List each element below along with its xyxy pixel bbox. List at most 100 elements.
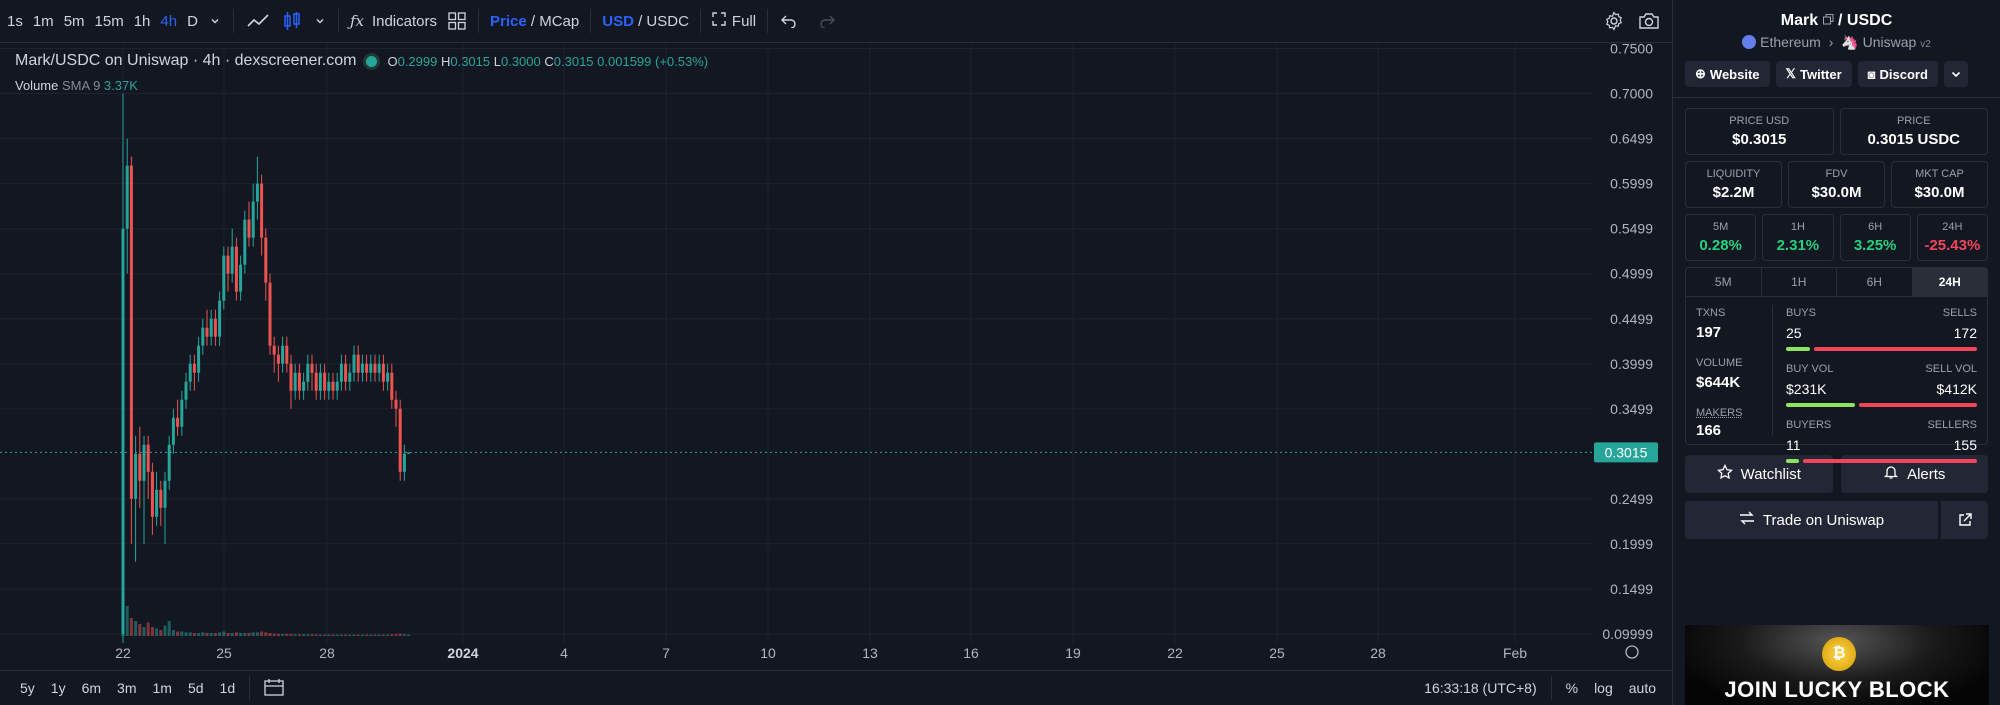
candle-body xyxy=(255,183,259,202)
x-tick-label: 22 xyxy=(1167,645,1183,661)
log-scale-toggle[interactable]: log xyxy=(1586,680,1621,696)
volume-bar xyxy=(289,633,293,636)
candle-body xyxy=(348,372,352,382)
range-1y[interactable]: 1y xyxy=(43,680,74,696)
candles-icon[interactable] xyxy=(276,0,308,43)
toolbar-divider xyxy=(232,9,234,33)
interval-1h[interactable]: 1h xyxy=(129,0,156,43)
buyvol-label: BUY VOL xyxy=(1786,363,1834,376)
candle-body xyxy=(381,363,385,382)
discord-button[interactable]: ◙ Discord xyxy=(1857,61,1938,88)
discord-icon: ◙ xyxy=(1867,66,1876,82)
toolbar-divider xyxy=(590,9,592,33)
volume-bar xyxy=(129,618,133,636)
range-3m[interactable]: 3m xyxy=(109,680,144,696)
interval-4h[interactable]: 4h xyxy=(155,0,182,43)
pair-base: Mark xyxy=(1780,12,1819,30)
change-1h-box[interactable]: 1H 2.31% xyxy=(1762,214,1834,262)
candle-body xyxy=(142,444,146,481)
liquidity-value: $2.2M xyxy=(1712,184,1755,202)
date-range-calendar-icon[interactable] xyxy=(256,678,292,699)
candle-body xyxy=(201,327,205,346)
range-6m[interactable]: 6m xyxy=(74,680,109,696)
dex-name[interactable]: Uniswap xyxy=(1863,34,1917,50)
range-1d[interactable]: 1d xyxy=(212,680,244,696)
candle-body xyxy=(386,372,390,382)
twitter-button[interactable]: 𝕏 Twitter xyxy=(1775,61,1852,88)
interval-dropdown-chevron-icon[interactable] xyxy=(203,0,227,43)
percent-scale-toggle[interactable]: % xyxy=(1558,680,1586,696)
range-1m[interactable]: 1m xyxy=(145,680,180,696)
advertisement-banner[interactable]: ₿ JOIN LUCKY BLOCK xyxy=(1685,625,1989,705)
redo-icon[interactable] xyxy=(812,0,842,43)
tab-5m[interactable]: 5M xyxy=(1686,268,1762,297)
chart-canvas[interactable]: 0.7500 0.7000 0.6499 0.5999 0.5499 0.4999 0.44… xyxy=(0,44,1672,664)
currency-toggle[interactable]: USD / USDC xyxy=(597,0,694,43)
mktcap-value: $30.0M xyxy=(1914,184,1965,202)
chart-type-chevron-icon[interactable] xyxy=(308,0,332,43)
settings-gear-icon[interactable] xyxy=(1598,0,1630,43)
external-link-icon[interactable] xyxy=(1940,501,1988,540)
range-5y[interactable]: 5y xyxy=(12,680,43,696)
volume-bar xyxy=(352,634,356,636)
layouts-grid-icon[interactable] xyxy=(442,0,472,43)
chart-bottom-bar: 5y 1y 6m 3m 1m 5d 1d 16:33:18 (UTC+8) % … xyxy=(0,670,1672,705)
trade-on-uniswap-button[interactable]: Trade on Uniswap xyxy=(1685,501,1938,540)
interval-1s[interactable]: 1s xyxy=(2,0,28,43)
candle-body xyxy=(398,408,402,472)
candle-body xyxy=(234,246,238,292)
indicators-button[interactable]: ƒx Indicators xyxy=(345,0,442,43)
volume-bar xyxy=(356,634,360,636)
range-5d[interactable]: 5d xyxy=(180,680,212,696)
price-mcap-toggle[interactable]: Price / MCap xyxy=(485,0,584,43)
candle-body xyxy=(276,354,280,364)
website-button[interactable]: ⊕ Website xyxy=(1685,61,1770,88)
price-chart[interactable]: 0.7500 0.7000 0.6499 0.5999 0.5499 0.4999 0.44… xyxy=(0,44,1672,664)
change-24h-box[interactable]: 24H -25.43% xyxy=(1916,214,1988,262)
change-5m-box[interactable]: 5M 0.28% xyxy=(1685,214,1757,262)
fullscreen-button[interactable]: Full xyxy=(707,0,761,43)
interval-5m[interactable]: 5m xyxy=(59,0,90,43)
copy-icon[interactable] xyxy=(1822,12,1834,30)
interval-15m[interactable]: 15m xyxy=(90,0,129,43)
line-chart-icon[interactable] xyxy=(240,0,276,43)
volume-bar xyxy=(339,634,343,636)
buyers-label: BUYERS xyxy=(1786,419,1832,432)
undo-icon[interactable] xyxy=(774,0,804,43)
auto-scale-toggle[interactable]: auto xyxy=(1621,680,1664,696)
camera-icon[interactable] xyxy=(1632,0,1666,43)
candle-body xyxy=(356,354,360,373)
candle-body xyxy=(302,381,306,391)
candle-body xyxy=(171,417,175,445)
candle-body xyxy=(369,363,373,373)
interval-1m[interactable]: 1m xyxy=(28,0,59,43)
sells-label: SELLS xyxy=(1942,307,1977,320)
volume-bar xyxy=(314,634,318,636)
volume-bar xyxy=(142,627,146,636)
buys-label: BUYS xyxy=(1786,307,1816,320)
liquidity-box: LIQUIDITY $2.2M xyxy=(1685,161,1782,209)
txn-totals: TXNS 197 VOLUME $644K MAKERS 166 xyxy=(1696,297,1766,439)
interval-d[interactable]: D xyxy=(182,0,203,43)
pair-name: Mark / USDC xyxy=(1673,12,2000,30)
y-tick-label: 0.3999 xyxy=(1610,356,1653,372)
volume-label: VOLUME xyxy=(1696,357,1743,370)
chevron-right-icon: › xyxy=(1828,34,1834,51)
volume-bar xyxy=(260,631,264,636)
volume-bar xyxy=(234,632,238,636)
change-6h-box[interactable]: 6H 3.25% xyxy=(1839,214,1911,262)
candle-body xyxy=(176,417,180,427)
candle-body xyxy=(352,354,356,373)
more-links-chevron-icon[interactable] xyxy=(1943,61,1968,88)
tab-1h[interactable]: 1H xyxy=(1762,268,1837,297)
uniswap-icon: 🦄 xyxy=(1841,34,1859,51)
chain-name[interactable]: Ethereum xyxy=(1760,34,1821,50)
candle-body xyxy=(184,381,188,400)
tab-6h[interactable]: 6H xyxy=(1837,268,1913,297)
sells-bar-fill xyxy=(1814,347,1977,352)
candle-body xyxy=(360,363,364,373)
tab-24h[interactable]: 24H xyxy=(1912,268,1987,297)
candle-body xyxy=(167,444,171,481)
candle-body xyxy=(285,345,289,364)
y-tick-label: 0.3499 xyxy=(1610,401,1653,417)
